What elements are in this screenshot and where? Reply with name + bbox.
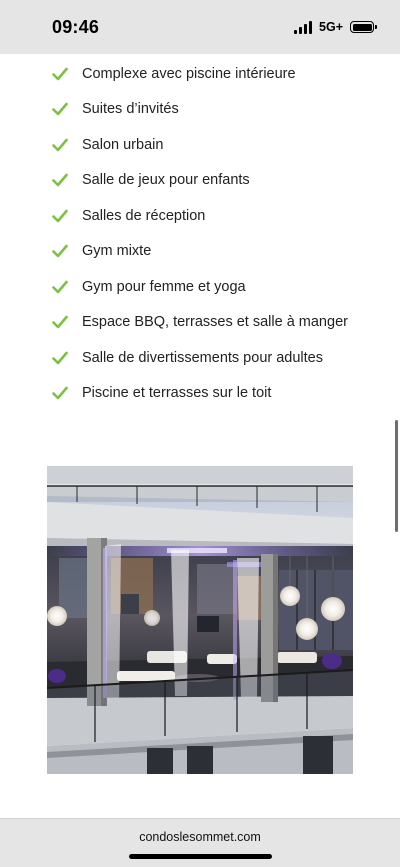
cellular-signal-icon <box>294 20 313 34</box>
list-item: Gym pour femme et yoga <box>0 269 400 305</box>
building-rendering-image <box>47 466 353 774</box>
amenity-label: Gym mixte <box>82 243 152 260</box>
amenity-label: Complexe avec piscine intérieure <box>82 65 296 82</box>
list-item: Salle de jeux pour enfants <box>0 163 400 199</box>
battery-fill <box>352 23 372 31</box>
network-type: 5G+ <box>319 20 343 34</box>
battery-icon <box>350 21 377 33</box>
list-item: Salle de divertissements pour adultes <box>0 340 400 376</box>
amenity-label: Salle de divertissements pour adultes <box>82 349 323 366</box>
list-item: Salon urbain <box>0 127 400 163</box>
check-icon <box>52 280 68 294</box>
check-icon <box>52 138 68 152</box>
list-item: Salles de réception <box>0 198 400 234</box>
amenity-label: Suites d’invités <box>82 101 179 118</box>
amenity-label: Gym pour femme et yoga <box>82 278 246 295</box>
check-icon <box>52 209 68 223</box>
list-item: Suites d’invités <box>0 92 400 128</box>
page-scrollbar[interactable] <box>395 420 398 532</box>
status-bar: 09:46 5G+ <box>0 0 400 54</box>
amenity-label: Piscine et terrasses sur le toit <box>82 385 272 402</box>
amenity-label: Salon urbain <box>82 136 164 153</box>
amenity-list: Complexe avec piscine intérieure Suites … <box>0 56 400 411</box>
check-icon <box>52 173 68 187</box>
check-icon <box>52 244 68 258</box>
home-indicator[interactable] <box>129 854 272 859</box>
status-time: 09:46 <box>52 16 100 37</box>
check-icon <box>52 315 68 329</box>
list-item: Gym mixte <box>0 234 400 270</box>
check-icon <box>52 102 68 116</box>
check-icon <box>52 67 68 81</box>
check-icon <box>52 351 68 365</box>
list-item: Piscine et terrasses sur le toit <box>0 376 400 412</box>
check-icon <box>52 386 68 400</box>
amenity-label: Salle de jeux pour enfants <box>82 172 250 189</box>
list-item: Complexe avec piscine intérieure <box>0 56 400 92</box>
status-indicators: 5G+ <box>294 20 377 34</box>
browser-address-bar[interactable]: condoslesommet.com <box>0 818 400 867</box>
amenity-label: Espace BBQ, terrasses et salle à manger <box>82 314 348 331</box>
amenity-label: Salles de réception <box>82 207 206 224</box>
url-text[interactable]: condoslesommet.com <box>0 830 400 844</box>
list-item: Espace BBQ, terrasses et salle à manger <box>0 305 400 341</box>
